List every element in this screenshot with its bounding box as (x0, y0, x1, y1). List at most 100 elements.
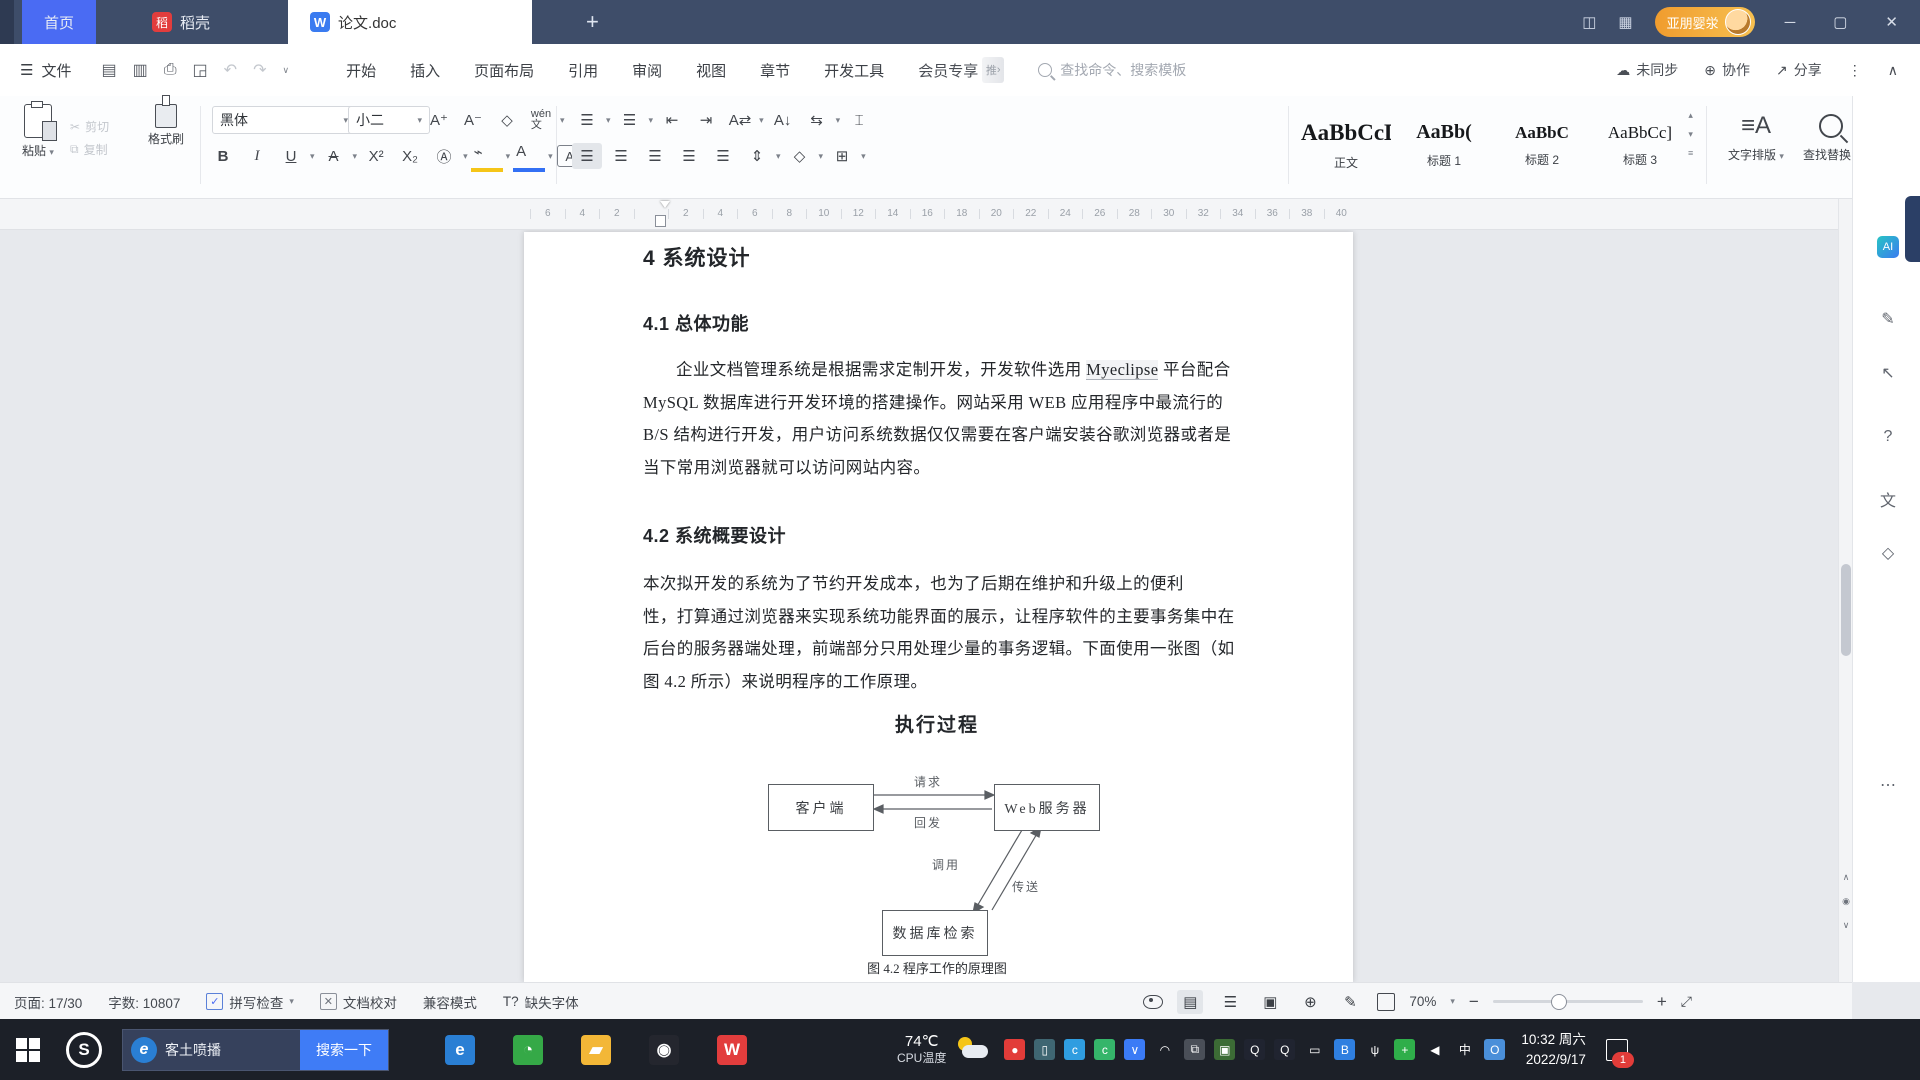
split-view-icon[interactable]: ◫ (1582, 13, 1596, 31)
format-painter-button[interactable]: 格式刷 (140, 95, 192, 147)
tray-icon[interactable]: ▣ (1214, 1039, 1236, 1060)
user-account-button[interactable]: 亚朋婴泶 (1654, 7, 1755, 37)
collapsed-side-tab[interactable] (1905, 196, 1920, 262)
document-canvas[interactable]: 4 系统设计 4.1 总体功能 企业文档管理系统是根据需求定制开发，开发软件选用… (0, 230, 1838, 982)
taskbar-app-icon[interactable]: e (445, 1034, 475, 1065)
wrap-mark-button[interactable]: ⇆ (802, 107, 832, 133)
borders-button[interactable]: ⊞ (827, 143, 857, 169)
tray-icon[interactable]: ▭ (1304, 1039, 1325, 1060)
clear-format-button[interactable]: ◇ (492, 107, 522, 133)
panel-ellipsis-icon[interactable]: ⋯ (1877, 774, 1899, 796)
style-item[interactable]: AaBb( 标题 1 (1396, 102, 1492, 188)
style-item[interactable]: AaBbC 标题 2 (1494, 102, 1590, 188)
tray-icon[interactable]: 中 (1454, 1039, 1475, 1060)
increase-font-button[interactable]: A⁺ (424, 107, 454, 133)
notification-center-button[interactable]: 1 (1600, 1030, 1634, 1070)
new-tab-button[interactable]: + (568, 0, 617, 44)
ribbon-tab-overflow[interactable]: 推 › (982, 57, 1005, 83)
paste-button[interactable]: 粘贴 ▾ (14, 101, 62, 159)
weather-icon[interactable] (956, 1036, 990, 1063)
tray-icon[interactable]: Q (1244, 1039, 1266, 1060)
decrease-font-button[interactable]: A⁻ (458, 107, 488, 133)
italic-button[interactable]: I (242, 143, 272, 169)
taskbar-app-icon[interactable]: ◔ (513, 1034, 543, 1065)
fit-page-icon[interactable] (1377, 992, 1396, 1011)
sort-button[interactable]: A↓ (768, 107, 798, 133)
more-menu-icon[interactable]: ⋮ (1848, 62, 1862, 79)
zoom-in-button[interactable]: + (1657, 992, 1667, 1012)
stamp-icon[interactable]: ◇ (1877, 542, 1899, 564)
ink-view-button[interactable]: ✎ (1337, 990, 1363, 1014)
ribbon-tab[interactable]: 视图 (679, 54, 743, 87)
tray-icon[interactable]: ∨ (1124, 1039, 1146, 1060)
eye-protection-icon[interactable] (1143, 994, 1164, 1009)
superscript-button[interactable]: X² (361, 143, 391, 169)
workspace-grid-icon[interactable]: ▦ (1618, 13, 1632, 31)
file-menu-button[interactable]: ☰ 文件 (0, 60, 87, 81)
export-icon[interactable]: ▥ (133, 60, 148, 80)
numbered-list-button[interactable]: ☰ (615, 107, 645, 133)
first-line-indent-marker[interactable] (660, 201, 670, 208)
translate-icon[interactable]: 文 (1877, 488, 1899, 510)
tray-icon[interactable]: B (1334, 1039, 1356, 1060)
zoom-out-button[interactable]: − (1469, 992, 1479, 1012)
font-color-button[interactable]: A (513, 143, 546, 172)
styles-more-icon[interactable]: ≡ (1688, 148, 1693, 158)
document-page[interactable]: 4 系统设计 4.1 总体功能 企业文档管理系统是根据需求定制开发，开发软件选用… (524, 232, 1353, 982)
print-preview-icon[interactable]: ◲ (193, 60, 208, 80)
font-size-select[interactable]: 小二 ▾ (348, 106, 430, 134)
missing-font-warning[interactable]: T? 缺失字体 (503, 992, 579, 1012)
align-right-button[interactable]: ☰ (640, 143, 670, 169)
start-button[interactable] (16, 1037, 40, 1062)
tray-icon[interactable]: O (1484, 1039, 1506, 1060)
collaborate-button[interactable]: ⊕ 协作 (1704, 60, 1750, 80)
tray-icon[interactable]: c (1064, 1039, 1086, 1060)
print-icon[interactable]: ⎙ (164, 61, 177, 79)
command-search[interactable]: 查找命令、搜索模板 (1038, 60, 1186, 80)
taskbar-search-box[interactable]: e 客土喷播 搜索一下 (122, 1028, 389, 1071)
bold-button[interactable]: B (208, 143, 238, 169)
help-icon[interactable]: ? (1877, 426, 1899, 448)
distribute-button[interactable]: ☰ (708, 143, 738, 169)
minimize-button[interactable]: ─ (1777, 14, 1804, 31)
ribbon-tab[interactable]: 章节 (743, 54, 807, 87)
spell-check-toggle[interactable]: ✓ 拼写检查 ▾ (206, 992, 294, 1012)
tray-icon[interactable]: ▯ (1034, 1039, 1056, 1060)
tray-icon[interactable]: Q (1274, 1039, 1296, 1060)
copy-button[interactable]: ⧉ 复制 (70, 141, 134, 158)
text-layout-button[interactable]: ≡A 文字排版 ▾ (1714, 106, 1798, 163)
zoom-level[interactable]: 70% (1409, 994, 1436, 1009)
tab-stops-button[interactable]: ⌶ (844, 107, 874, 133)
tray-icon[interactable]: c (1094, 1039, 1116, 1060)
horizontal-ruler[interactable]: 6 4 2 2 4 6 8 10 12 14 16 18 20 22 24 26 28 30 32 34 36 38 40 (0, 199, 1852, 230)
web-view-button[interactable]: ⊕ (1297, 990, 1323, 1014)
select-browse-object-button[interactable]: ◉ (1839, 891, 1853, 911)
tab-document-active[interactable]: W 论文.doc (288, 0, 533, 44)
justify-button[interactable]: ☰ (674, 143, 704, 169)
bullet-list-button[interactable]: ☰ (572, 107, 602, 133)
subscript-button[interactable]: X₂ (395, 143, 425, 169)
zoom-slider-knob[interactable] (1550, 994, 1567, 1010)
increase-indent-button[interactable]: ⇥ (691, 107, 721, 133)
align-left-button[interactable]: ☰ (572, 143, 602, 169)
shading-button[interactable]: ◇ (785, 143, 815, 169)
tray-icon[interactable]: + (1394, 1039, 1416, 1060)
ribbon-tab[interactable]: 会员专享 (901, 54, 982, 87)
taskbar-clock[interactable]: 10:32 周六 2022/9/17 (1521, 1030, 1586, 1069)
ribbon-tab[interactable]: 开始 (329, 54, 393, 87)
styles-up-icon[interactable]: ▴ (1688, 110, 1693, 121)
ribbon-tab[interactable]: 开发工具 (807, 54, 901, 87)
pen-icon[interactable]: ✎ (1877, 308, 1899, 330)
underline-button[interactable]: U (276, 143, 306, 169)
ribbon-tab[interactable]: 引用 (551, 54, 615, 87)
s-app-icon[interactable]: S (66, 1031, 102, 1068)
ribbon-tab[interactable]: 审阅 (615, 54, 679, 87)
align-center-button[interactable]: ☰ (606, 143, 636, 169)
fullscreen-icon[interactable]: ⤢ (1681, 993, 1692, 1010)
taskbar-app-icon[interactable]: ◉ (649, 1034, 679, 1065)
styles-down-icon[interactable]: ▾ (1688, 129, 1693, 140)
close-button[interactable]: ✕ (1877, 13, 1906, 31)
share-button[interactable]: ↗ 分享 (1776, 60, 1822, 80)
collapse-ribbon-icon[interactable]: ∧ (1888, 62, 1898, 79)
taskbar-app-icon[interactable]: W (717, 1034, 747, 1065)
